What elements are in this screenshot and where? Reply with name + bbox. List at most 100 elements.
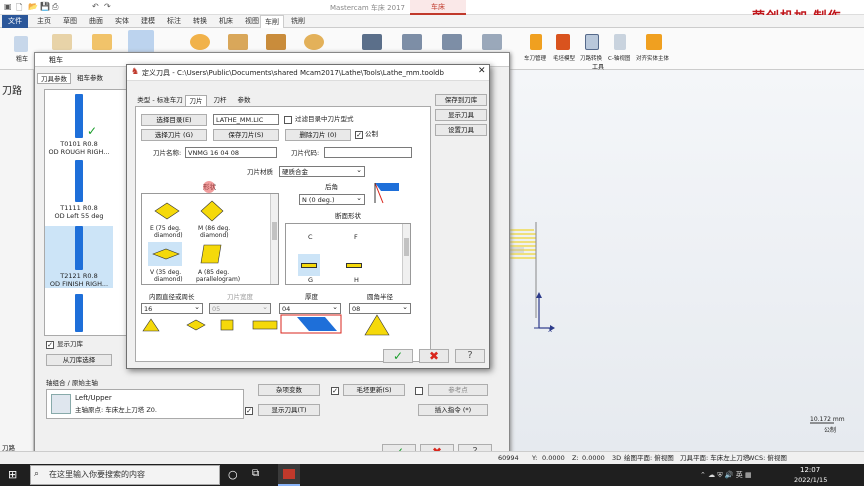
insert-material-select[interactable]: 硬质合金 (279, 165, 365, 177)
ribbon-tool-icon[interactable] (442, 34, 462, 50)
close-icon[interactable]: ✕ (478, 66, 486, 76)
cross-section-scrollbar[interactable] (402, 224, 410, 284)
align-solid-icon[interactable] (646, 34, 662, 50)
c-axis-view-icon[interactable] (614, 34, 626, 50)
set-tool-button[interactable]: 设置刀具 (435, 124, 487, 136)
parallelogram-icon (200, 244, 222, 264)
delete-insert-button[interactable]: 删除刀片 (0) (285, 129, 351, 141)
open-file-icon[interactable]: 📂 (28, 2, 38, 11)
stock-update-button[interactable]: 毛坯更新(S) (343, 384, 405, 396)
tool-list[interactable]: T0101 R0.8 OD ROUGH RIGH... ✓ T1111 R0.8… (44, 89, 128, 336)
insert-dimension-icons (142, 318, 278, 332)
ribbon-tool-icon[interactable] (190, 34, 210, 50)
metric-checkbox[interactable]: ✓ (355, 131, 363, 139)
ribbon-transform-label: 刀路转换 (580, 56, 603, 62)
ribbon-tool-icon[interactable] (482, 34, 502, 50)
tool-help-button[interactable]: ? (455, 349, 485, 363)
cross-section-list[interactable]: C F G H (285, 223, 411, 285)
insert-name-field[interactable]: VNMG 16 04 08 (185, 147, 277, 158)
tool-ok-button[interactable]: ✓ (383, 349, 413, 363)
tab-sketch[interactable]: 草图 (58, 15, 82, 28)
stock-update-checkbox[interactable]: ✓ (331, 387, 339, 395)
tool-dialog-title: 定义刀具 - C:\Users\Public\Documents\shared … (127, 65, 489, 81)
relief-label: 后角 (325, 183, 338, 191)
tab-rough-params[interactable]: 粗车参数 (73, 73, 107, 84)
insert-code-field[interactable] (324, 147, 412, 158)
list-item[interactable]: T1111 R0.8 OD Left 55 deg (45, 160, 113, 220)
ref-point-checkbox[interactable] (415, 387, 423, 395)
tool-cancel-button[interactable]: ✖ (419, 349, 449, 363)
show-tool-button[interactable]: 显示刀具(T) (258, 404, 320, 416)
tab-machine[interactable]: 机床 (214, 15, 238, 28)
axis-combo-label[interactable]: 轴组合 / 原始主轴 (46, 379, 98, 388)
windows-start-icon[interactable]: ⊞ (8, 469, 19, 480)
app-icon[interactable]: ▣ (4, 2, 12, 11)
tab-holder[interactable]: 刀杆 (209, 95, 231, 106)
taskbar-search-input[interactable]: 在这里输入你要搜索的内容 (30, 465, 220, 485)
shape-scrollbar[interactable] (270, 194, 278, 284)
status-mode[interactable]: 3D (612, 454, 621, 463)
tab-tool-params[interactable]: 刀具参数 (37, 73, 71, 84)
tab-tool-type[interactable]: 类型 - 标准车刀 (135, 95, 185, 106)
catalog-field[interactable]: LATHE_MM.LIC (213, 114, 279, 125)
ribbon-tool-icon[interactable] (228, 34, 248, 50)
tab-params[interactable]: 参数 (233, 95, 255, 106)
stock-model-icon[interactable] (556, 34, 570, 50)
list-item[interactable]: T2121 R0.8 OD FINISH RIGH... (45, 226, 113, 288)
save-to-library-button[interactable]: 保存到刀库 (435, 94, 487, 106)
width-select[interactable]: 05 (209, 302, 271, 314)
tab-turning[interactable]: 车削 (260, 15, 284, 28)
tab-model[interactable]: 建模 (136, 15, 160, 28)
ribbon-tool-icon[interactable] (304, 34, 324, 50)
filter-checkbox[interactable] (284, 116, 292, 124)
ribbon-tool-icon[interactable] (402, 34, 422, 50)
tab-file[interactable]: 文件 (2, 15, 28, 28)
status-wcs[interactable]: WCS: 俯视图 (748, 454, 787, 463)
status-plane[interactable]: 绘图平面: 俯视图 (624, 454, 674, 463)
undo-icon[interactable]: ↶ (92, 2, 99, 11)
print-icon[interactable]: ⎙ (52, 2, 58, 12)
tab-solid[interactable]: 实体 (110, 15, 134, 28)
multitask-icon[interactable]: ⧉ (252, 468, 259, 479)
save-icon[interactable]: 💾 (40, 2, 50, 11)
redo-icon[interactable]: ↷ (104, 2, 111, 11)
ribbon-rough-label: 粗车 (16, 56, 29, 63)
tab-transform[interactable]: 转换 (188, 15, 212, 28)
ribbon-tabs: 文件 主页 草图 曲面 实体 建模 标注 转换 机床 视图 车削 铣削 (0, 15, 864, 28)
ribbon-tool-icon[interactable] (92, 34, 112, 50)
tab-dimension[interactable]: 标注 (162, 15, 186, 28)
select-insert-button[interactable]: 选择刀片 (G) (141, 129, 207, 141)
mastercam-taskbar-icon[interactable] (278, 464, 300, 486)
window-title: Mastercam 车床 2017 (330, 4, 405, 12)
status-tool-plane[interactable]: 刀具平面: 车床左上刀塔 (680, 454, 749, 463)
ribbon-tool-icon[interactable] (52, 34, 72, 50)
tab-home[interactable]: 主页 (32, 15, 56, 28)
select-from-library-button[interactable]: 从刀库选择 (46, 354, 112, 366)
ic-select[interactable]: 16 (141, 302, 203, 314)
tab-surface[interactable]: 曲面 (84, 15, 108, 28)
axis-combo-box[interactable]: Left/Upper 主轴原点: 车床左上刀塔 Z0. (46, 389, 244, 419)
shape-list[interactable]: E (75 deg. diamond) M (86 deg. diamond) … (141, 193, 279, 285)
ribbon-tool-icon[interactable] (266, 34, 286, 50)
tab-milling[interactable]: 铣削 (286, 15, 310, 28)
show-tool-checkbox[interactable]: ✓ (245, 407, 253, 415)
tab-insert[interactable]: 刀片 (185, 95, 207, 106)
list-item[interactable] (45, 294, 113, 334)
new-file-icon[interactable]: 🗋 (16, 2, 22, 16)
tray-icons[interactable]: ⌃ ☁ ⛨ 🔊 英 ▦ (700, 470, 752, 480)
show-library-checkbox[interactable]: ✓ (46, 341, 54, 349)
ribbon-tool-icon[interactable] (362, 34, 382, 50)
ref-point-button[interactable]: 参考点 (428, 384, 488, 396)
save-insert-button[interactable]: 保存刀片(S) (213, 129, 279, 141)
list-item[interactable]: T0101 R0.8 OD ROUGH RIGH... (45, 94, 113, 156)
width-label: 刀片宽度 (227, 293, 253, 301)
rough-turn-icon[interactable] (14, 36, 28, 52)
relief-select[interactable]: N (0 deg.) (299, 193, 365, 205)
select-catalog-button[interactable]: 选择目录(E) (141, 114, 207, 126)
task-view-icon[interactable]: ○ (228, 468, 238, 481)
tool-manager-icon[interactable] (530, 34, 542, 50)
show-tool-button[interactable]: 显示刀具 (435, 109, 487, 121)
toolpath-transform-icon[interactable] (585, 34, 599, 50)
misc-vars-button[interactable]: 杂项变数 (258, 384, 320, 396)
insert-cmd-button[interactable]: 插入指令 (*) (418, 404, 488, 416)
